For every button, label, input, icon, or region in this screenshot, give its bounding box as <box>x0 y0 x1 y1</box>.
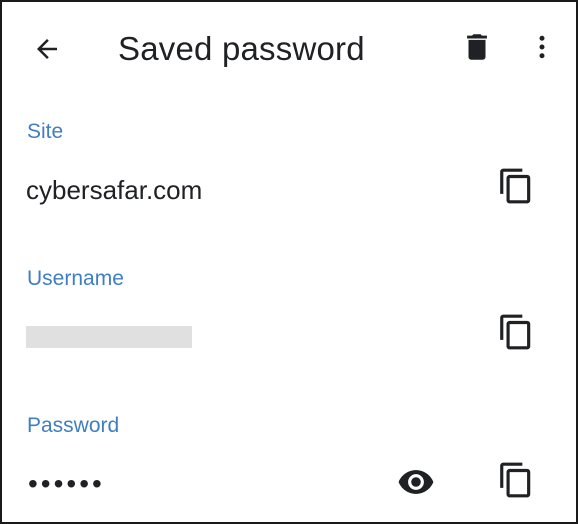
saved-password-screen: Saved password Site cybersafar.com Usern… <box>0 0 578 524</box>
copy-icon <box>500 314 531 350</box>
app-bar: Saved password <box>2 2 576 94</box>
username-value-redacted <box>26 326 192 348</box>
copy-password-button[interactable] <box>492 456 540 504</box>
page-title: Saved password <box>118 30 365 67</box>
site-label: Site <box>27 120 64 143</box>
password-value: •••••• <box>28 468 105 499</box>
site-value: cybersafar.com <box>26 175 203 205</box>
password-label: Password <box>27 414 120 437</box>
copy-site-button[interactable] <box>492 162 540 210</box>
more-options-button[interactable] <box>522 24 562 70</box>
eye-icon <box>398 470 434 494</box>
copy-username-button[interactable] <box>492 308 540 356</box>
more-vert-icon <box>539 35 545 59</box>
back-button[interactable] <box>22 24 72 74</box>
trash-icon <box>467 34 487 60</box>
copy-icon <box>500 462 531 498</box>
show-password-button[interactable] <box>392 458 440 506</box>
copy-icon <box>500 168 531 204</box>
username-label: Username <box>27 267 124 290</box>
arrow-back-icon <box>37 39 57 59</box>
delete-button[interactable] <box>454 24 500 70</box>
